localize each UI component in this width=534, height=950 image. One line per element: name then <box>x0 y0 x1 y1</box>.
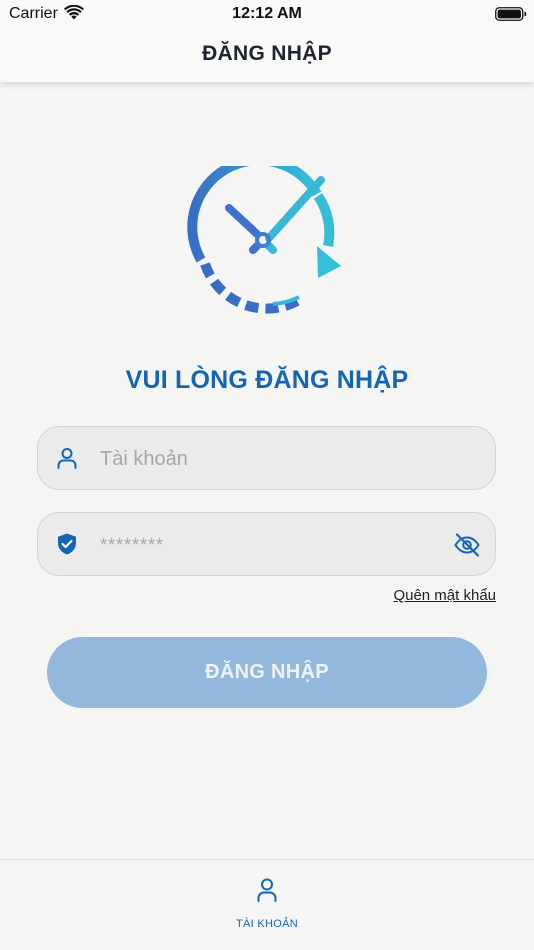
battery-icon <box>495 7 527 21</box>
tab-account[interactable]: TÀI KHOẢN <box>217 860 317 950</box>
eye-off-icon[interactable] <box>453 531 481 559</box>
login-heading: VUI LÒNG ĐĂNG NHẬP <box>125 366 409 394</box>
user-icon <box>257 878 277 902</box>
user-icon <box>57 448 77 469</box>
clock-refresh-icon <box>187 166 341 314</box>
password-field[interactable] <box>37 512 496 576</box>
login-screen: Carrier 12:12 AM ĐĂNG NHẬP VUI LÒNG ĐĂNG… <box>0 0 534 950</box>
status-time: 12:12 AM <box>232 5 302 22</box>
password-input[interactable] <box>98 527 442 563</box>
page-title: ĐĂNG NHẬP <box>202 42 332 65</box>
shield-check-icon <box>58 533 76 555</box>
username-field[interactable] <box>37 426 496 490</box>
forgot-password-link[interactable]: Quên mật khẩu <box>393 587 496 604</box>
login-button[interactable]: ĐĂNG NHẬP <box>47 637 487 708</box>
navigation-bar: ĐĂNG NHẬP <box>0 28 534 82</box>
tab-account-label: TÀI KHOẢN <box>236 918 298 930</box>
username-input[interactable] <box>98 441 442 477</box>
status-bar: Carrier 12:12 AM <box>0 0 534 28</box>
tab-bar: TÀI KHOẢN <box>0 859 534 950</box>
